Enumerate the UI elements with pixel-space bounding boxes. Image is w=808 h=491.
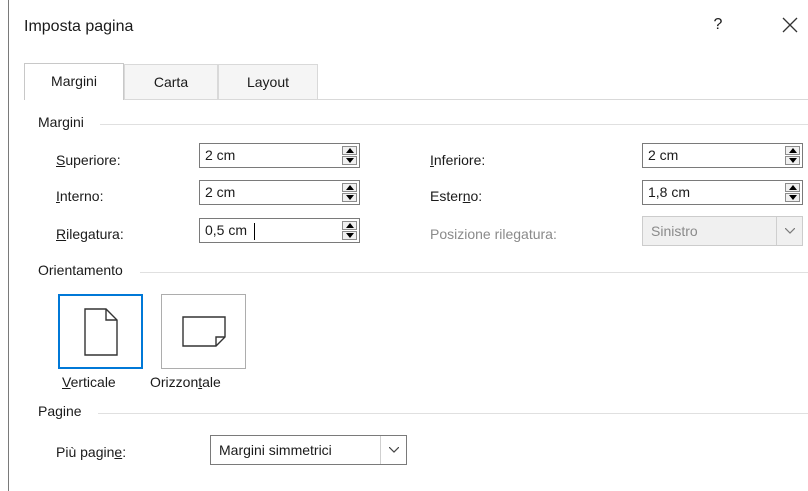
margins-group-line: [100, 124, 808, 125]
arrow-down-icon: [346, 233, 354, 238]
top-margin-label: Superiore:: [56, 152, 121, 168]
top-margin-spinner[interactable]: 2 cm: [199, 143, 360, 168]
gutter-position-select[interactable]: Sinistro: [642, 216, 803, 246]
window-left-border: [8, 0, 9, 491]
margins-group-label: Margini: [38, 114, 92, 130]
gutter-decrement[interactable]: [342, 231, 357, 240]
orientation-group-line: [140, 272, 808, 273]
bottom-margin-value: 2 cm: [648, 147, 679, 163]
portrait-label: Verticale: [62, 374, 116, 390]
gutter-position-dropdown[interactable]: [776, 217, 802, 245]
top-margin-decrement[interactable]: [342, 156, 357, 165]
arrow-down-icon: [346, 158, 354, 163]
arrow-down-icon: [789, 195, 797, 200]
top-margin-value: 2 cm: [205, 147, 236, 163]
multiple-pages-value: Margini simmetrici: [219, 442, 332, 458]
bottom-margin-label: Inferiore:: [430, 152, 486, 168]
gutter-label: Rilegatura:: [56, 226, 124, 242]
outer-margin-spinner[interactable]: 1,8 cm: [642, 180, 803, 205]
arrow-down-icon: [789, 158, 797, 163]
inner-margin-increment[interactable]: [342, 183, 357, 192]
gutter-increment[interactable]: [342, 221, 357, 230]
dialog-title: Imposta pagina: [24, 18, 134, 35]
outer-margin-label: Esterno:: [430, 188, 483, 204]
arrow-down-icon: [346, 195, 354, 200]
inner-margin-decrement[interactable]: [342, 193, 357, 202]
outer-margin-decrement[interactable]: [785, 193, 800, 202]
landscape-button[interactable]: [161, 294, 246, 369]
chevron-down-icon: [389, 447, 399, 453]
help-button[interactable]: ?: [708, 16, 728, 34]
landscape-page-icon: [182, 316, 226, 347]
landscape-label: Orizzontale: [150, 374, 221, 390]
tab-carta[interactable]: Carta: [124, 64, 218, 99]
arrow-up-icon: [789, 148, 797, 153]
inner-margin-label: Interno:: [56, 188, 104, 204]
tab-layout[interactable]: Layout: [218, 64, 318, 99]
text-caret: [254, 223, 255, 240]
arrow-up-icon: [346, 148, 354, 153]
multiple-pages-dropdown[interactable]: [380, 436, 406, 464]
arrow-up-icon: [346, 185, 354, 190]
gutter-position-value: Sinistro: [651, 223, 698, 239]
close-icon: [782, 17, 798, 33]
outer-margin-value: 1,8 cm: [648, 184, 691, 200]
gutter-spinner[interactable]: 0,5 cm: [199, 218, 360, 243]
close-button[interactable]: [778, 13, 802, 37]
pages-group-label: Pagine: [38, 403, 90, 419]
gutter-value: 0,5 cm: [205, 222, 248, 238]
bottom-margin-increment[interactable]: [785, 146, 800, 155]
bottom-margin-spinner[interactable]: 2 cm: [642, 143, 803, 168]
inner-margin-spinner[interactable]: 2 cm: [199, 180, 360, 205]
arrow-up-icon: [346, 223, 354, 228]
multiple-pages-select[interactable]: Margini simmetrici: [210, 435, 407, 465]
top-margin-increment[interactable]: [342, 146, 357, 155]
chevron-down-icon: [785, 228, 795, 234]
tab-margini[interactable]: Margini: [24, 63, 124, 100]
multiple-pages-label: Più pagine:: [56, 444, 127, 460]
orientation-group-label: Orientamento: [38, 262, 131, 278]
gutter-position-label: Posizione rilegatura:: [430, 226, 557, 242]
pages-group-line: [98, 413, 808, 414]
arrow-up-icon: [789, 185, 797, 190]
portrait-page-icon: [84, 308, 118, 356]
bottom-margin-decrement[interactable]: [785, 156, 800, 165]
inner-margin-value: 2 cm: [205, 184, 236, 200]
tab-strip-line: [24, 99, 808, 100]
portrait-button[interactable]: [58, 294, 143, 369]
outer-margin-increment[interactable]: [785, 183, 800, 192]
